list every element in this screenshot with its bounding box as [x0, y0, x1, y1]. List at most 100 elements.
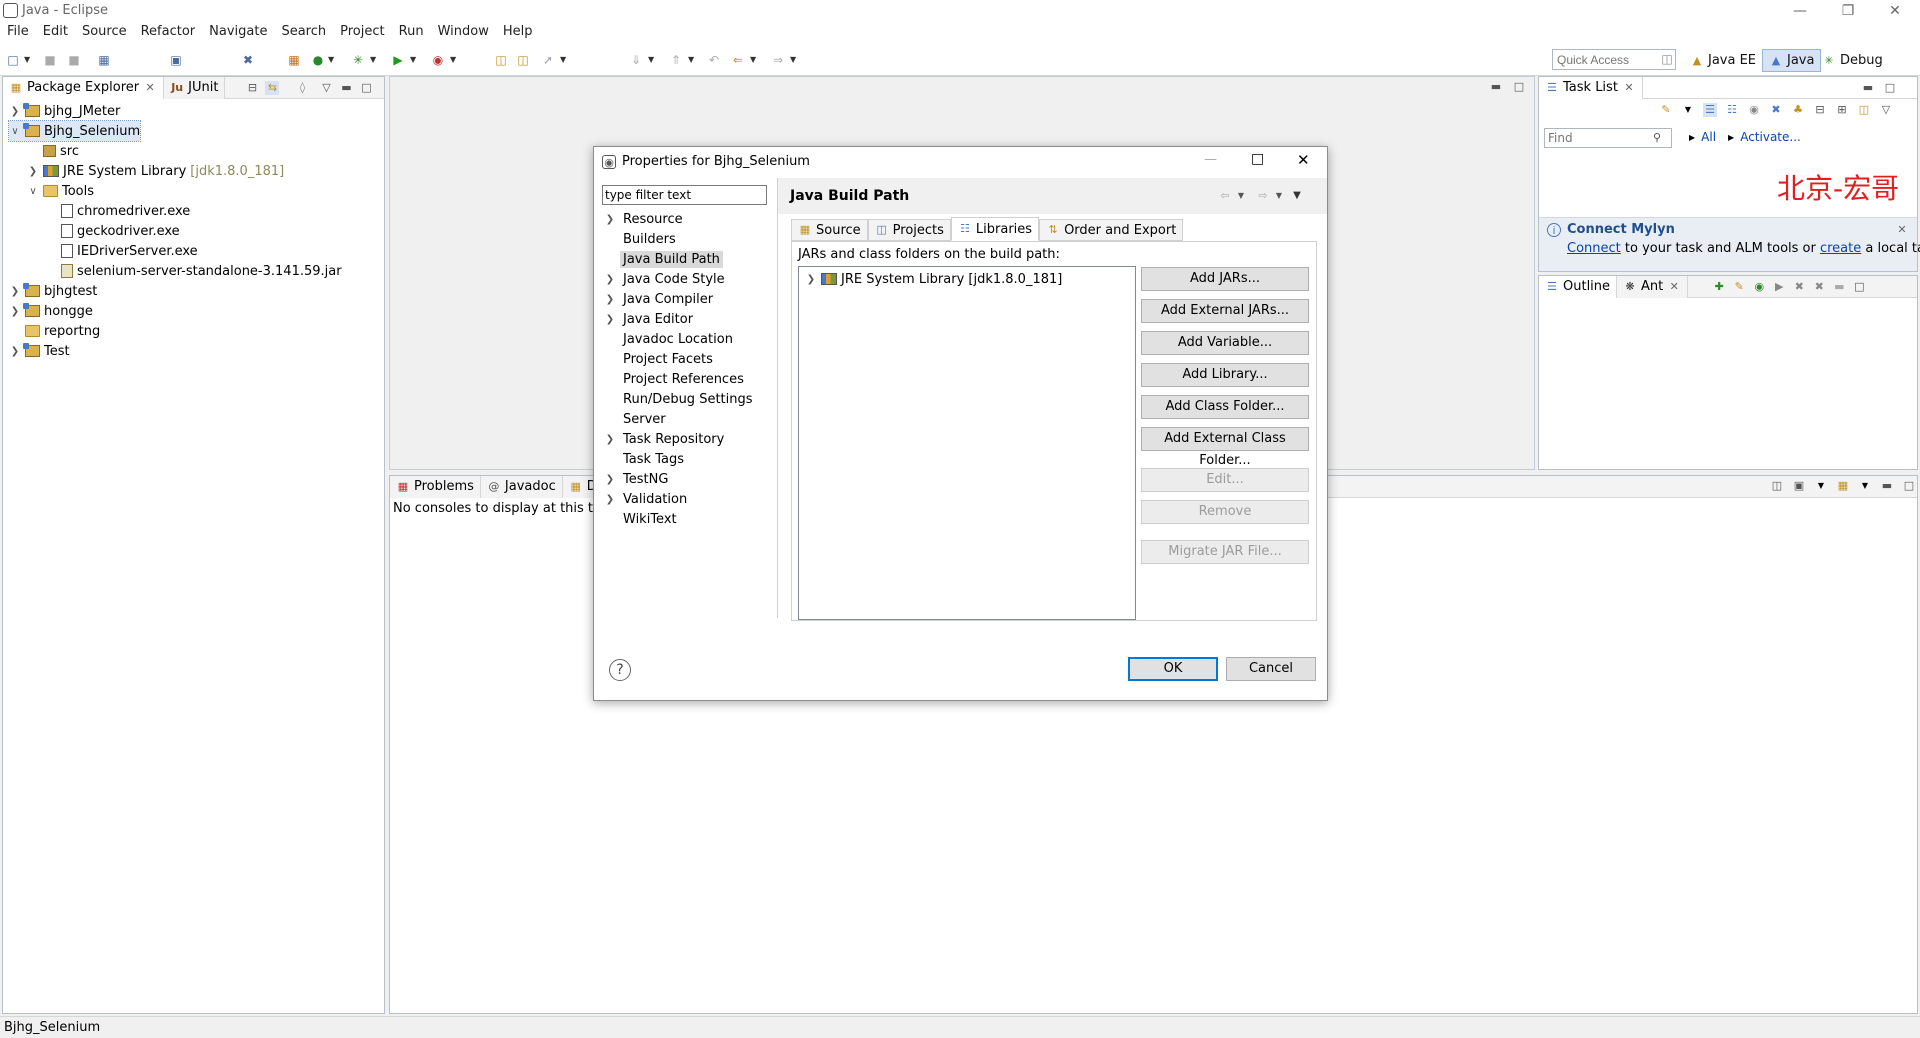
nav-item[interactable]: WikiText	[604, 509, 680, 529]
view-menu-icon[interactable]: ▽	[1879, 103, 1893, 117]
nav-item[interactable]: ❯ Java Compiler	[604, 289, 716, 309]
open-console-dropdown-icon[interactable]: ▼	[1858, 479, 1872, 493]
run-icon[interactable]: ▶	[390, 52, 406, 68]
perspective-java-ee[interactable]: ▲ Java EE	[1684, 49, 1762, 72]
quick-access-input[interactable]	[1552, 49, 1676, 70]
new-java-package-icon[interactable]: ▦	[286, 52, 302, 68]
forward-icon[interactable]: ⇒	[770, 52, 786, 68]
chevron-right-icon[interactable]: ❯	[604, 294, 616, 305]
all-link[interactable]: All	[1701, 130, 1716, 144]
pin-console-icon[interactable]: ◫	[1770, 479, 1784, 493]
minimize-view-icon[interactable]: ▬	[1880, 479, 1894, 493]
filter-icon[interactable]: ◊	[295, 81, 309, 95]
close-icon[interactable]: ✕	[1622, 81, 1636, 95]
debug-run-icon[interactable]: ✳	[350, 52, 366, 68]
minimize-editor-icon[interactable]: ▬	[1489, 80, 1503, 94]
chevron-right-icon[interactable]: ❯	[604, 274, 616, 285]
open-console-icon[interactable]: ▦	[1836, 479, 1850, 493]
tree-item[interactable]: ❯ bjhgtest	[9, 281, 97, 301]
tree-item[interactable]: selenium-server-standalone-3.141.59.jar	[45, 261, 342, 281]
last-edit-icon[interactable]: ↶	[706, 52, 722, 68]
maximize-view-icon[interactable]: □	[1902, 479, 1916, 493]
dialog-minimize-button[interactable]: —	[1204, 152, 1217, 167]
collapse-all-icon[interactable]: ⊟	[1813, 103, 1827, 117]
menu-help[interactable]: Help	[496, 22, 540, 44]
nav-item[interactable]: ❯ Java Editor	[604, 309, 696, 329]
task-find-field[interactable]: ⚲	[1544, 128, 1672, 148]
new-task-icon[interactable]: ✎	[1659, 103, 1673, 117]
library-action-button[interactable]: Add Variable...	[1141, 331, 1309, 355]
display-console-dropdown-icon[interactable]: ▼	[1814, 479, 1828, 493]
menu-navigate[interactable]: Navigate	[202, 22, 274, 44]
chevron-right-icon[interactable]: ❯	[604, 314, 616, 325]
close-icon[interactable]: ✕	[1895, 223, 1909, 237]
chevron-right-icon[interactable]: ❯	[604, 474, 616, 485]
library-action-button[interactable]: Remove	[1141, 500, 1309, 524]
menu-edit[interactable]: Edit	[36, 22, 75, 44]
back-icon[interactable]: ⇐	[730, 52, 746, 68]
tab-ant[interactable]: ❋ Ant ✕	[1617, 275, 1689, 298]
page-menu-icon[interactable]: ▼	[1290, 189, 1304, 203]
nav-item[interactable]: ❯ Task Repository	[604, 429, 727, 449]
chevron-right-icon[interactable]: ❯	[9, 286, 21, 297]
library-action-button[interactable]: Add JARs...	[1141, 267, 1309, 291]
tree-item[interactable]: ❯ bjhg_JMeter	[9, 101, 120, 121]
back-dropdown-icon[interactable]: ▼	[1234, 189, 1248, 203]
perspective-java[interactable]: ▲ Java	[1762, 49, 1822, 72]
open-type-icon[interactable]: ◫	[493, 52, 509, 68]
new-task-dropdown-icon[interactable]: ▼	[1681, 103, 1695, 117]
forward-icon[interactable]: ⇨	[1256, 189, 1270, 203]
display-console-icon[interactable]: ▣	[1792, 479, 1806, 493]
tree-item[interactable]: chromedriver.exe	[45, 201, 190, 221]
maximize-view-icon[interactable]: □	[359, 81, 373, 95]
menu-run[interactable]: Run	[392, 22, 431, 44]
next-annotation-dropdown-icon[interactable]: ▼	[648, 52, 656, 68]
skip-breakpoints-icon[interactable]: ✖	[240, 52, 256, 68]
add-buildfiles-icon[interactable]: ✎	[1732, 280, 1746, 294]
debug-dropdown-icon[interactable]: ▼	[370, 52, 378, 68]
search-dropdown-icon[interactable]: ▼	[560, 52, 568, 68]
tab-order-export[interactable]: ⇅ Order and Export	[1039, 219, 1184, 241]
tree-item[interactable]: ∨ Bjhg_Selenium	[7, 120, 142, 142]
library-action-button[interactable]: Migrate JAR File...	[1141, 540, 1309, 564]
minimize-view-icon[interactable]: ▬	[1861, 81, 1875, 95]
save-all-icon[interactable]: ■	[66, 52, 82, 68]
nav-item[interactable]: Server	[604, 409, 669, 429]
library-action-button[interactable]: Add External JARs...	[1141, 299, 1309, 323]
task-repositories-icon[interactable]: ◫	[1857, 103, 1871, 117]
minimize-button[interactable]: —	[1783, 1, 1817, 21]
nav-item[interactable]: Javadoc Location	[604, 329, 736, 349]
add-buildfile-icon[interactable]: ✚	[1712, 280, 1726, 294]
external-tools-dropdown-icon[interactable]: ▼	[450, 52, 458, 68]
tab-package-explorer[interactable]: ▦ Package Explorer ✕	[3, 76, 165, 99]
close-window-button[interactable]: ✕	[1878, 1, 1912, 21]
menu-project[interactable]: Project	[333, 22, 391, 44]
chevron-right-icon[interactable]: ❯	[604, 494, 616, 505]
new-dropdown-icon[interactable]: ▼	[24, 52, 32, 68]
ok-button[interactable]: OK	[1128, 657, 1218, 681]
library-action-button[interactable]: Add External Class Folder...	[1141, 427, 1309, 468]
nav-item[interactable]: ❯ Resource	[604, 209, 686, 229]
tab-task-list[interactable]: ☰ Task List ✕	[1539, 76, 1643, 99]
scheduled-icon[interactable]: ☷	[1725, 103, 1739, 117]
view-menu-icon[interactable]: ▽	[319, 81, 333, 95]
chevron-right-icon[interactable]: ❯	[604, 434, 616, 445]
tab-javadoc[interactable]: @ Javadoc	[480, 475, 563, 498]
previous-annotation-dropdown-icon[interactable]: ▼	[688, 52, 696, 68]
nav-item[interactable]: Java Build Path	[604, 249, 723, 269]
menu-source[interactable]: Source	[75, 22, 134, 44]
perspective-debug[interactable]: ✳ Debug	[1816, 49, 1889, 72]
connect-link[interactable]: Connect	[1567, 241, 1621, 256]
external-tools-icon[interactable]: ◉	[430, 52, 446, 68]
dialog-maximize-button[interactable]: □	[1251, 151, 1264, 167]
nav-item[interactable]: Builders	[604, 229, 679, 249]
restore-button[interactable]: ❐	[1831, 1, 1865, 21]
close-icon[interactable]: ✕	[1667, 280, 1681, 294]
menu-window[interactable]: Window	[431, 22, 496, 44]
create-link[interactable]: create	[1820, 241, 1861, 256]
search-icon[interactable]: ➚	[540, 52, 556, 68]
categorized-icon[interactable]: ☰	[1703, 103, 1717, 117]
forward-dropdown-icon[interactable]: ▼	[1272, 189, 1286, 203]
collapse-all-icon[interactable]: ⊟	[245, 81, 259, 95]
nav-item[interactable]: ❯ Validation	[604, 489, 690, 509]
